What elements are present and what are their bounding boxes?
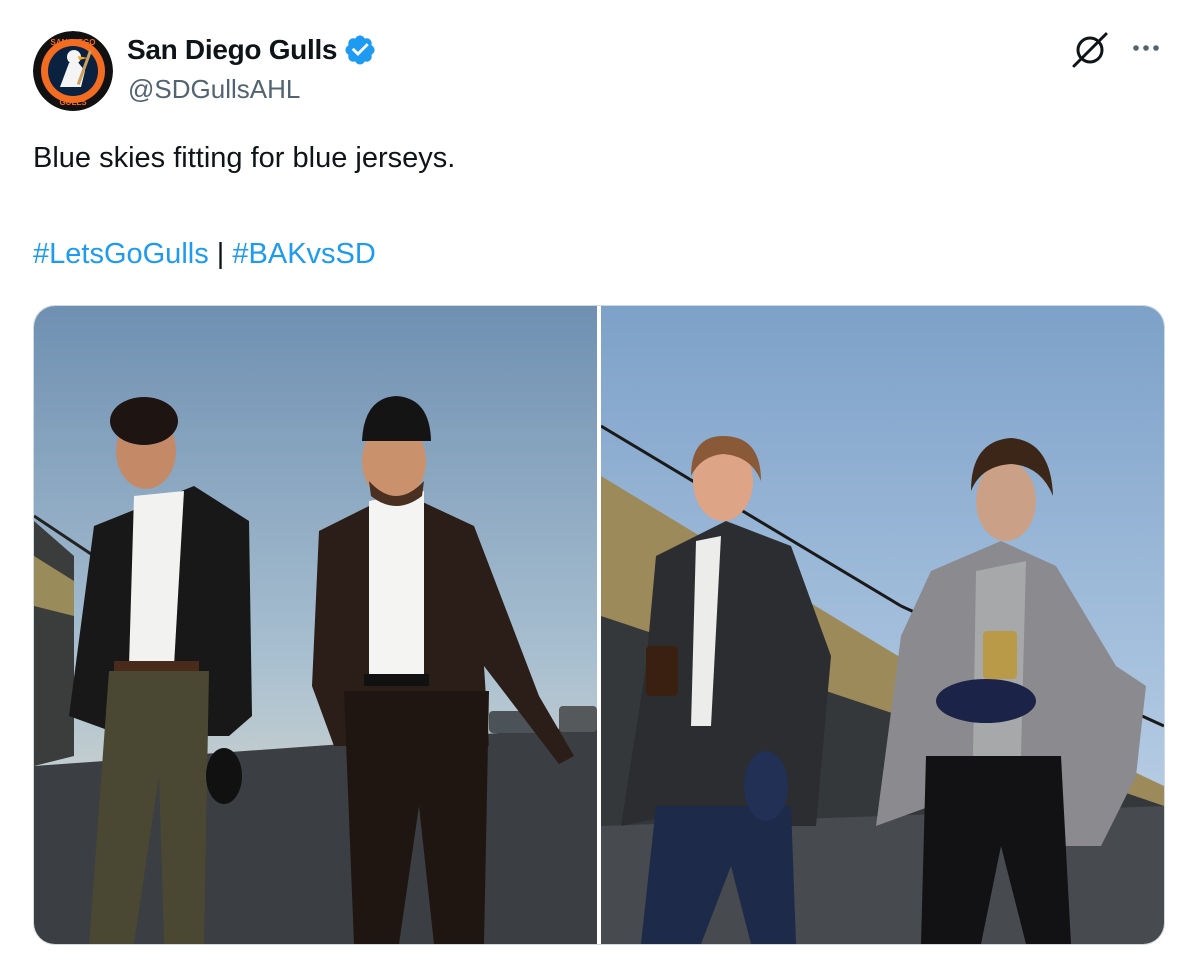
more-options-icon: [1133, 45, 1159, 51]
avatar[interactable]: SAN DIEGO GULLS: [33, 31, 113, 111]
verified-badge-icon: [345, 35, 375, 65]
grok-button[interactable]: [1068, 28, 1112, 72]
more-options-button[interactable]: [1126, 28, 1166, 68]
svg-text:GULLS: GULLS: [59, 98, 87, 107]
photo-image: [601, 306, 1164, 944]
san-diego-gulls-logo-icon: SAN DIEGO GULLS: [33, 31, 113, 111]
tweet-text: Blue skies fitting for blue jerseys.: [33, 142, 456, 174]
photo-image: [34, 306, 597, 944]
author-name-row[interactable]: San Diego Gulls: [127, 33, 377, 67]
hashtag-link[interactable]: #BAKvsSD: [232, 238, 375, 270]
photo-1[interactable]: [34, 306, 597, 944]
author-handle[interactable]: @SDGullsAHL: [128, 74, 300, 105]
media-grid: [33, 305, 1165, 945]
svg-text:SAN DIEGO: SAN DIEGO: [51, 38, 96, 47]
hashtag-line: #LetsGoGulls | #BAKvsSD: [33, 238, 376, 271]
hashtag-separator: |: [216, 238, 225, 270]
author-name[interactable]: San Diego Gulls: [127, 34, 338, 66]
grok-icon: [1072, 32, 1108, 68]
hashtag-link[interactable]: #LetsGoGulls: [33, 238, 209, 270]
photo-2[interactable]: [601, 306, 1164, 944]
